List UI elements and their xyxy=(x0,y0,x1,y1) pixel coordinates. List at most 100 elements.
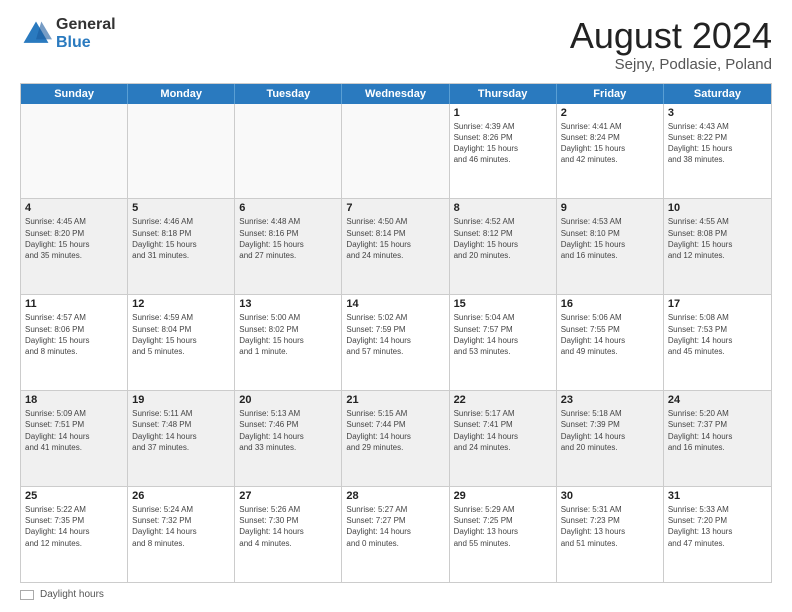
calendar-week-5: 25Sunrise: 5:22 AMSunset: 7:35 PMDayligh… xyxy=(21,486,771,582)
day-number: 6 xyxy=(239,202,337,214)
logo-icon xyxy=(20,18,52,50)
day-number: 31 xyxy=(668,490,767,502)
header-day-wednesday: Wednesday xyxy=(342,84,449,104)
day-info: Sunrise: 4:46 AMSunset: 8:18 PMDaylight:… xyxy=(132,216,230,261)
title-block: August 2024 Sejny, Podlasie, Poland xyxy=(570,16,772,73)
header: General Blue August 2024 Sejny, Podlasie… xyxy=(20,16,772,73)
day-info: Sunrise: 4:57 AMSunset: 8:06 PMDaylight:… xyxy=(25,312,123,357)
day-number: 3 xyxy=(668,107,767,119)
day-info: Sunrise: 5:26 AMSunset: 7:30 PMDaylight:… xyxy=(239,504,337,549)
calendar-cell: 16Sunrise: 5:06 AMSunset: 7:55 PMDayligh… xyxy=(557,295,664,390)
day-number: 16 xyxy=(561,298,659,310)
day-info: Sunrise: 4:45 AMSunset: 8:20 PMDaylight:… xyxy=(25,216,123,261)
calendar-cell: 18Sunrise: 5:09 AMSunset: 7:51 PMDayligh… xyxy=(21,391,128,486)
day-info: Sunrise: 5:24 AMSunset: 7:32 PMDaylight:… xyxy=(132,504,230,549)
calendar-cell: 20 Sunrise: 5:13 AMSunset: 7:46 PMDayligh… xyxy=(235,391,342,486)
calendar-cell: 1 Sunrise: 4:39 AMSunset: 8:26 PMDaylight… xyxy=(450,104,557,199)
header-day-saturday: Saturday xyxy=(664,84,771,104)
day-number: 8 xyxy=(454,202,552,214)
header-day-thursday: Thursday xyxy=(450,84,557,104)
day-number: 22 xyxy=(454,394,552,406)
calendar-cell: 22 Sunrise: 5:17 AMSunset: 7:41 PMDayligh… xyxy=(450,391,557,486)
day-info: Sunrise: 5:20 AMSunset: 7:37 PMDaylight:… xyxy=(668,408,767,453)
calendar-cell xyxy=(342,104,449,199)
day-info: Sunrise: 4:53 AMSunset: 8:10 PMDaylight:… xyxy=(561,216,659,261)
day-info: Sunrise: 4:48 AMSunset: 8:16 PMDaylight:… xyxy=(239,216,337,261)
day-info: Sunrise: 5:04 AMSunset: 7:57 PMDaylight:… xyxy=(454,312,552,357)
day-info: Sunrise: 4:55 AMSunset: 8:08 PMDaylight:… xyxy=(668,216,767,261)
day-info: Sunrise: 4:39 AMSunset: 8:26 PMDaylight:… xyxy=(454,121,552,166)
calendar-cell: 23Sunrise: 5:18 AMSunset: 7:39 PMDayligh… xyxy=(557,391,664,486)
day-number: 27 xyxy=(239,490,337,502)
logo-general-text: General xyxy=(56,16,116,34)
calendar-cell: 25Sunrise: 5:22 AMSunset: 7:35 PMDayligh… xyxy=(21,487,128,582)
calendar-title: August 2024 xyxy=(570,16,772,56)
calendar-cell: 12 Sunrise: 4:59 AMSunset: 8:04 PMDayligh… xyxy=(128,295,235,390)
header-day-sunday: Sunday xyxy=(21,84,128,104)
day-info: Sunrise: 5:27 AMSunset: 7:27 PMDaylight:… xyxy=(346,504,444,549)
calendar-cell: 15 Sunrise: 5:04 AMSunset: 7:57 PMDayligh… xyxy=(450,295,557,390)
day-info: Sunrise: 5:18 AMSunset: 7:39 PMDaylight:… xyxy=(561,408,659,453)
calendar-cell: 24Sunrise: 5:20 AMSunset: 7:37 PMDayligh… xyxy=(664,391,771,486)
day-number: 13 xyxy=(239,298,337,310)
day-info: Sunrise: 5:11 AMSunset: 7:48 PMDaylight:… xyxy=(132,408,230,453)
calendar-header: SundayMondayTuesdayWednesdayThursdayFrid… xyxy=(21,84,771,104)
calendar-cell: 29 Sunrise: 5:29 AMSunset: 7:25 PMDayligh… xyxy=(450,487,557,582)
daylight-color-box xyxy=(20,590,34,600)
calendar: SundayMondayTuesdayWednesdayThursdayFrid… xyxy=(20,83,772,583)
calendar-week-1: 1 Sunrise: 4:39 AMSunset: 8:26 PMDaylight… xyxy=(21,104,771,199)
header-day-monday: Monday xyxy=(128,84,235,104)
calendar-cell xyxy=(21,104,128,199)
day-number: 1 xyxy=(454,107,552,119)
calendar-cell: 10 Sunrise: 4:55 AMSunset: 8:08 PMDayligh… xyxy=(664,199,771,294)
day-info: Sunrise: 4:50 AMSunset: 8:14 PMDaylight:… xyxy=(346,216,444,261)
calendar-week-3: 11 Sunrise: 4:57 AMSunset: 8:06 PMDayligh… xyxy=(21,294,771,390)
day-number: 2 xyxy=(561,107,659,119)
day-number: 15 xyxy=(454,298,552,310)
calendar-cell: 4 Sunrise: 4:45 AMSunset: 8:20 PMDaylight… xyxy=(21,199,128,294)
day-info: Sunrise: 4:41 AMSunset: 8:24 PMDaylight:… xyxy=(561,121,659,166)
calendar-cell: 19Sunrise: 5:11 AMSunset: 7:48 PMDayligh… xyxy=(128,391,235,486)
calendar-cell xyxy=(128,104,235,199)
day-number: 7 xyxy=(346,202,444,214)
calendar-cell: 8 Sunrise: 4:52 AMSunset: 8:12 PMDaylight… xyxy=(450,199,557,294)
day-number: 29 xyxy=(454,490,552,502)
day-info: Sunrise: 4:59 AMSunset: 8:04 PMDaylight:… xyxy=(132,312,230,357)
day-number: 18 xyxy=(25,394,123,406)
day-number: 5 xyxy=(132,202,230,214)
day-number: 11 xyxy=(25,298,123,310)
logo-blue-text: Blue xyxy=(56,34,116,52)
day-info: Sunrise: 5:17 AMSunset: 7:41 PMDaylight:… xyxy=(454,408,552,453)
day-info: Sunrise: 4:43 AMSunset: 8:22 PMDaylight:… xyxy=(668,121,767,166)
calendar-cell: 26 Sunrise: 5:24 AMSunset: 7:32 PMDayligh… xyxy=(128,487,235,582)
day-info: Sunrise: 5:13 AMSunset: 7:46 PMDaylight:… xyxy=(239,408,337,453)
header-day-friday: Friday xyxy=(557,84,664,104)
calendar-cell: 17Sunrise: 5:08 AMSunset: 7:53 PMDayligh… xyxy=(664,295,771,390)
calendar-cell xyxy=(235,104,342,199)
logo-text: General Blue xyxy=(56,16,116,51)
day-number: 17 xyxy=(668,298,767,310)
day-number: 12 xyxy=(132,298,230,310)
header-day-tuesday: Tuesday xyxy=(235,84,342,104)
day-info: Sunrise: 5:33 AMSunset: 7:20 PMDaylight:… xyxy=(668,504,767,549)
day-info: Sunrise: 5:31 AMSunset: 7:23 PMDaylight:… xyxy=(561,504,659,549)
calendar-cell: 27 Sunrise: 5:26 AMSunset: 7:30 PMDayligh… xyxy=(235,487,342,582)
day-info: Sunrise: 5:15 AMSunset: 7:44 PMDaylight:… xyxy=(346,408,444,453)
calendar-cell: 3 Sunrise: 4:43 AMSunset: 8:22 PMDaylight… xyxy=(664,104,771,199)
logo: General Blue xyxy=(20,16,116,51)
day-number: 10 xyxy=(668,202,767,214)
calendar-cell: 11 Sunrise: 4:57 AMSunset: 8:06 PMDayligh… xyxy=(21,295,128,390)
footer: Daylight hours xyxy=(20,589,772,600)
day-info: Sunrise: 5:29 AMSunset: 7:25 PMDaylight:… xyxy=(454,504,552,549)
calendar-week-2: 4 Sunrise: 4:45 AMSunset: 8:20 PMDaylight… xyxy=(21,198,771,294)
day-info: Sunrise: 5:22 AMSunset: 7:35 PMDaylight:… xyxy=(25,504,123,549)
calendar-cell: 5 Sunrise: 4:46 AMSunset: 8:18 PMDaylight… xyxy=(128,199,235,294)
day-info: Sunrise: 4:52 AMSunset: 8:12 PMDaylight:… xyxy=(454,216,552,261)
calendar-cell: 7 Sunrise: 4:50 AMSunset: 8:14 PMDaylight… xyxy=(342,199,449,294)
calendar-cell: 30Sunrise: 5:31 AMSunset: 7:23 PMDayligh… xyxy=(557,487,664,582)
day-info: Sunrise: 5:00 AMSunset: 8:02 PMDaylight:… xyxy=(239,312,337,357)
page: General Blue August 2024 Sejny, Podlasie… xyxy=(0,0,792,612)
day-number: 26 xyxy=(132,490,230,502)
day-number: 4 xyxy=(25,202,123,214)
day-number: 20 xyxy=(239,394,337,406)
